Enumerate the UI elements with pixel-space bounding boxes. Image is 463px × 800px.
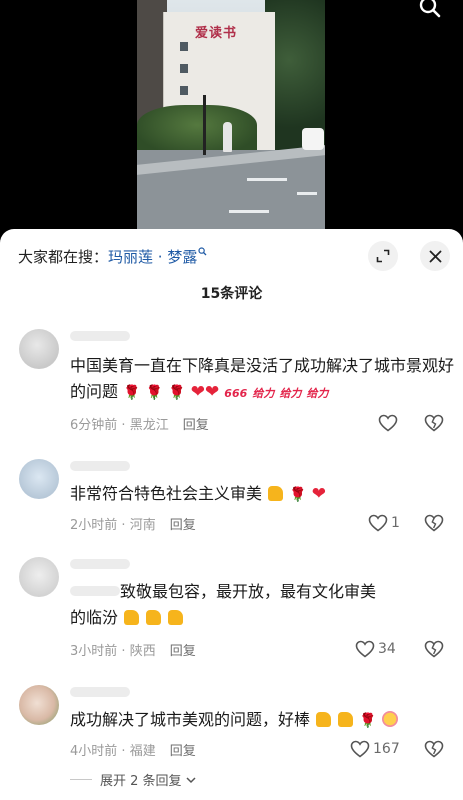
search-suggestion-term[interactable]: 玛丽莲 · 梦露 — [108, 248, 197, 266]
comment-text: 致敬最包容，最开放，最有文化审美 的临汾 — [70, 579, 455, 631]
expand-icon — [376, 249, 390, 263]
rose-emoji-icon: 🌹 — [168, 385, 186, 401]
meta-separator: · — [117, 744, 130, 759]
search-suggestion[interactable]: 大家都在搜：玛丽莲 · 梦露 — [18, 246, 207, 267]
comment-body: 成功解决了城市美观的问题，好棒 — [70, 710, 311, 729]
thumbs-up-emoji-icon — [268, 486, 284, 501]
comment-count-title: 15条评论 — [200, 286, 263, 302]
comment-body-line2: 的临汾 — [70, 608, 119, 627]
avatar[interactable] — [19, 685, 59, 725]
thumbs-up-emoji-icon — [168, 610, 184, 625]
like-button[interactable] — [378, 413, 401, 433]
video-crosswalk-stripe — [247, 178, 287, 181]
gift-badge: 给力 — [279, 387, 302, 400]
comment-body: 致敬最包容，最开放，最有文化审美 — [120, 582, 377, 601]
comment-text: 非常符合特色社会主义审美 🌹 ❤ — [70, 481, 455, 508]
comment-text: 成功解决了城市美观的问题，好棒 🌹 — [70, 707, 455, 734]
video-traffic-light-pole — [203, 95, 206, 155]
meta-separator: · — [117, 418, 130, 433]
video-frame[interactable]: 爱读书 — [137, 0, 325, 230]
avatar[interactable] — [19, 329, 59, 369]
heart-emoji-icon: ❤ — [190, 382, 205, 402]
video-pedestrian — [223, 122, 232, 152]
video-player[interactable]: 爱读书 — [0, 0, 463, 240]
reply-button[interactable]: 回复 — [170, 644, 196, 659]
video-crosswalk-stripe — [297, 192, 317, 195]
thumbs-up-emoji-icon — [124, 610, 140, 625]
expand-replies-label: 展开 2 条回复 — [100, 774, 182, 789]
avatar[interactable] — [19, 459, 59, 499]
like-button[interactable]: 167 — [350, 739, 400, 759]
broken-heart-icon[interactable] — [424, 513, 444, 533]
reply-button[interactable]: 回复 — [183, 418, 209, 433]
comment-location: 河南 — [129, 518, 156, 533]
broken-heart-icon[interactable] — [424, 413, 444, 433]
rose-emoji-icon: 🌹 — [359, 713, 377, 729]
heart-outline-icon — [378, 414, 398, 432]
like-count: 1 — [391, 515, 400, 531]
video-crosswalk-stripe — [229, 210, 269, 213]
heart-outline-icon — [368, 514, 388, 532]
like-button[interactable]: 34 — [355, 639, 396, 659]
like-count: 34 — [378, 641, 396, 657]
heart-outline-icon — [350, 740, 370, 758]
search-icon[interactable] — [417, 0, 445, 18]
video-sign: 爱读书 — [195, 26, 238, 41]
video-car — [302, 128, 324, 150]
thumbs-up-emoji-icon — [338, 712, 354, 727]
comment-body: 非常符合特色社会主义审美 — [70, 484, 263, 503]
reply-button[interactable]: 回复 — [170, 744, 196, 759]
comment-location: 黑龙江 — [129, 418, 169, 433]
meta-separator: · — [117, 644, 130, 659]
meta-separator: · — [117, 518, 130, 533]
like-button[interactable]: 1 — [368, 513, 400, 533]
thumbs-up-emoji-icon — [316, 712, 332, 727]
gift-badge-666: 666 — [224, 387, 248, 400]
gift-badge: 给力 — [252, 387, 275, 400]
video-window — [180, 64, 188, 73]
rose-emoji-icon: 🌹 — [145, 385, 164, 401]
divider — [70, 779, 92, 780]
username[interactable] — [70, 461, 130, 471]
comment-meta: 6分钟前 · 黑龙江 回复 — [70, 414, 209, 433]
search-small-icon — [198, 247, 207, 256]
rose-emoji-icon: 🌹 — [289, 487, 307, 503]
comment-time: 4小时前 — [70, 744, 118, 759]
broken-heart-icon[interactable] — [424, 639, 444, 659]
broken-heart-icon[interactable] — [424, 739, 444, 759]
chevron-down-icon — [186, 776, 196, 783]
reply-mention[interactable] — [70, 586, 120, 596]
close-icon — [429, 250, 441, 262]
comment-location: 陕西 — [129, 644, 156, 659]
close-button[interactable] — [420, 241, 450, 271]
video-window — [180, 42, 188, 51]
reply-button[interactable]: 回复 — [170, 518, 196, 533]
username[interactable] — [70, 687, 130, 697]
heart-outline-icon — [355, 640, 375, 658]
like-count: 167 — [373, 741, 400, 757]
comment-time: 6分钟前 — [70, 418, 118, 433]
expand-replies-button[interactable]: 展开 2 条回复 — [70, 770, 197, 789]
comment-panel: 大家都在搜：玛丽莲 · 梦露 15条评论 中国美育一直在下降真是没活了成功解决了… — [0, 229, 463, 800]
comment-meta: 3小时前 · 陕西 回复 — [70, 640, 196, 659]
avatar[interactable] — [19, 557, 59, 597]
heart-emoji-icon: ❤ — [311, 484, 326, 504]
comment-text: 中国美育一直在下降真是没活了成功解决了城市景观好的问题 🌹 🌹 🌹 ❤❤ 666… — [70, 353, 455, 407]
heart-emoji-icon: ❤ — [204, 382, 220, 402]
comment-meta: 4小时前 · 福建 回复 — [70, 740, 196, 759]
hug-emoji-icon — [381, 711, 398, 727]
video-bushes — [137, 105, 257, 155]
search-suggestion-prefix: 大家都在搜： — [18, 248, 109, 266]
comment-time: 3小时前 — [70, 644, 118, 659]
gift-badge: 给力 — [306, 387, 329, 400]
comment-time: 2小时前 — [70, 518, 118, 533]
fullscreen-button[interactable] — [368, 241, 398, 271]
username[interactable] — [70, 331, 130, 341]
thumbs-up-emoji-icon — [146, 610, 162, 625]
username[interactable] — [70, 559, 130, 569]
video-window — [180, 86, 188, 95]
comment-location: 福建 — [129, 744, 156, 759]
rose-emoji-icon: 🌹 — [123, 385, 141, 401]
comment-meta: 2小时前 · 河南 回复 — [70, 514, 196, 533]
